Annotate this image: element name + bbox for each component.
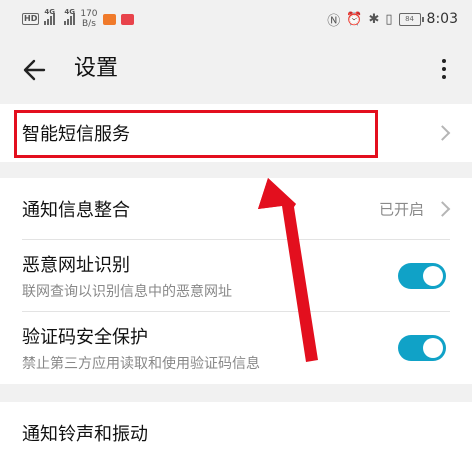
app-bar: 设置 <box>0 38 472 102</box>
malicious-url-row: 恶意网址识别 联网查询以识别信息中的恶意网址 <box>0 240 472 312</box>
status-left: HD 4G 4G 170 B/s <box>22 8 134 30</box>
malicious-url-toggle[interactable] <box>398 263 446 289</box>
more-vert-icon[interactable] <box>432 54 456 84</box>
network-speed: 170 B/s <box>80 9 98 29</box>
app-notification-icon <box>102 13 116 25</box>
clock: 8:03 <box>426 11 458 27</box>
signal-icon: 4G <box>64 8 76 25</box>
malicious-url-label: 恶意网址识别 <box>22 255 130 276</box>
battery-icon: 84 <box>398 12 424 26</box>
notification-merge-status: 已开启 <box>378 200 424 219</box>
back-arrow-icon[interactable] <box>18 52 54 88</box>
card-message-settings: 通知信息整合 已开启 恶意网址识别 联网查询以识别信息中的恶意网址 验证码安全保… <box>0 178 472 384</box>
verification-code-toggle[interactable] <box>398 335 446 361</box>
verification-code-label: 验证码安全保护 <box>22 327 148 348</box>
notification-merge-label: 通知信息整合 <box>22 200 130 221</box>
verification-code-description: 禁止第三方应用读取和使用验证码信息 <box>22 356 260 372</box>
status-bar: HD 4G 4G 170 B/s Ⓝ ⏰ ✱ ▯ 84 8:03 <box>0 0 472 38</box>
card-ringtone: 通知铃声和振动 <box>0 402 472 469</box>
signal-icon: 4G <box>44 8 56 25</box>
nfc-icon: Ⓝ <box>327 13 341 29</box>
alarm-icon: ⏰ <box>346 11 363 27</box>
smart-sms-row[interactable]: 智能短信服务 <box>0 104 472 162</box>
page-title: 设置 <box>74 56 119 81</box>
vibrate-icon: ▯ <box>385 11 393 27</box>
chevron-right-icon <box>434 201 451 217</box>
app-notification-icon <box>120 13 134 25</box>
ringtone-vibration-row[interactable]: 通知铃声和振动 <box>0 402 472 464</box>
hd-badge: HD <box>22 13 40 25</box>
verification-code-row: 验证码安全保护 禁止第三方应用读取和使用验证码信息 <box>0 312 472 384</box>
card-smart-sms: 智能短信服务 <box>0 104 472 162</box>
smart-sms-label: 智能短信服务 <box>22 124 130 145</box>
status-right: Ⓝ ⏰ ✱ ▯ 84 8:03 <box>327 8 458 30</box>
notification-merge-row[interactable]: 通知信息整合 已开启 <box>0 178 472 240</box>
malicious-url-description: 联网查询以识别信息中的恶意网址 <box>22 284 232 300</box>
bluetooth-icon: ✱ <box>368 11 380 27</box>
ringtone-vibration-label: 通知铃声和振动 <box>22 424 148 445</box>
chevron-right-icon <box>434 125 451 141</box>
